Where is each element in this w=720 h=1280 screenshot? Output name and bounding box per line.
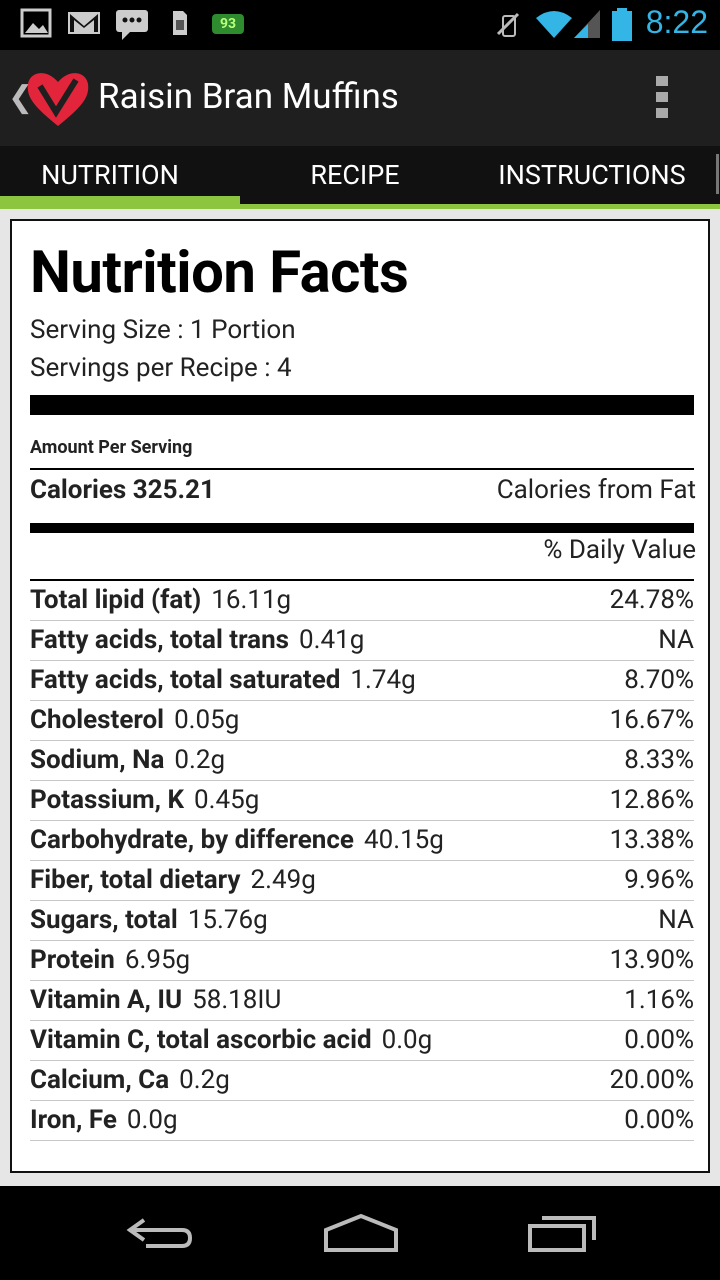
nutrient-row: Sugars, total 15.76g NA: [30, 901, 694, 941]
nutrient-daily-value: 12.86%: [609, 785, 694, 815]
battery-badge-icon: 93: [212, 14, 244, 34]
nutrient-name: Vitamin C, total ascorbic acid: [30, 1025, 372, 1055]
navigation-bar: [0, 1186, 720, 1280]
nutrient-daily-value: 1.16%: [624, 985, 694, 1015]
status-bar: 93 8:22: [0, 0, 720, 50]
nutrient-name: Fatty acids, total saturated: [30, 665, 341, 695]
nutrient-amount: 0.2g: [174, 745, 226, 775]
nutrient-name: Potassium, K: [30, 785, 185, 815]
nutrition-facts-card: Nutrition Facts Serving Size : 1 Portion…: [10, 219, 710, 1173]
tab-recipe[interactable]: RECIPE: [250, 146, 460, 206]
heart-logo-icon[interactable]: [26, 68, 90, 130]
medium-divider: [30, 523, 694, 533]
nutrient-daily-value: 20.00%: [609, 1065, 694, 1095]
back-icon[interactable]: [124, 1210, 196, 1256]
action-bar: ❮ Raisin Bran Muffins: [0, 50, 720, 146]
content-area[interactable]: Nutrition Facts Serving Size : 1 Portion…: [0, 209, 720, 1186]
nutrient-daily-value: 9.96%: [624, 865, 694, 895]
nutrient-amount: 0.0g: [126, 1105, 178, 1135]
nutrient-daily-value: 16.67%: [609, 705, 694, 735]
serving-size: Serving Size : 1 Portion: [30, 315, 296, 345]
nutrient-amount: 0.2g: [179, 1065, 230, 1095]
mute-icon: [496, 12, 520, 37]
nutrient-amount: 0.05g: [174, 705, 240, 735]
divider: [30, 468, 694, 470]
nutrient-row: Cholesterol 0.05g 16.67%: [30, 701, 694, 741]
nutrient-name: Carbohydrate, by difference: [30, 825, 354, 855]
chat-icon: [116, 10, 148, 40]
nutrient-row: Carbohydrate, by difference 40.15g 13.38%: [30, 821, 694, 861]
nutrient-amount: 58.18IU: [192, 985, 282, 1015]
nutrient-daily-value: 24.78%: [609, 585, 694, 615]
home-icon[interactable]: [322, 1210, 400, 1256]
nutrient-amount: 0.0g: [381, 1025, 433, 1055]
nutrient-row: Calcium, Ca 0.2g 20.00%: [30, 1061, 694, 1101]
page-title: Raisin Bran Muffins: [98, 76, 399, 117]
nutrient-name: Total lipid (fat): [30, 585, 202, 615]
nutrient-daily-value: 8.70%: [624, 665, 694, 695]
signal-icon: [574, 10, 600, 38]
tab-instructions[interactable]: INSTRUCTIONS: [480, 146, 704, 206]
nutrient-daily-value: NA: [658, 905, 694, 935]
nutrient-daily-value: 0.00%: [624, 1105, 694, 1135]
nutrient-amount: 16.11g: [211, 585, 292, 615]
nutrient-row: Potassium, K 0.45g 12.86%: [30, 781, 694, 821]
gmail-icon: [68, 12, 100, 34]
nutrient-amount: 2.49g: [250, 865, 316, 895]
recent-apps-icon[interactable]: [526, 1210, 600, 1256]
nutrient-name: Iron, Fe: [30, 1105, 117, 1135]
nutrient-row: Fatty acids, total trans 0.41g NA: [30, 621, 694, 661]
calories-from-fat: Calories from Fat: [496, 475, 696, 505]
nutrient-row: Vitamin A, IU 58.18IU 1.16%: [30, 981, 694, 1021]
thick-divider: [30, 395, 694, 415]
nutrient-name: Fiber, total dietary: [30, 865, 241, 895]
nutrient-daily-value: 13.38%: [609, 825, 694, 855]
nutrient-name: Cholesterol: [30, 705, 165, 735]
nutrient-name: Protein: [30, 945, 115, 975]
nutrient-daily-value: 13.90%: [609, 945, 694, 975]
nutrient-name: Calcium, Ca: [30, 1065, 170, 1095]
nutrient-row: Sodium, Na 0.2g 8.33%: [30, 741, 694, 781]
nutrient-daily-value: 8.33%: [624, 745, 694, 775]
overflow-menu-icon[interactable]: [656, 76, 670, 122]
nutrient-list: Total lipid (fat) 16.11g 24.78% Fatty acid…: [30, 581, 694, 1141]
nutrient-name: Vitamin A, IU: [30, 985, 183, 1015]
nutrient-name: Sodium, Na: [30, 745, 165, 775]
sim-icon: [173, 11, 187, 35]
nutrient-amount: 15.76g: [187, 905, 268, 935]
nutrient-amount: 1.74g: [350, 665, 416, 695]
nutrient-amount: 6.95g: [124, 945, 191, 975]
nutrient-row: Fiber, total dietary 2.49g 9.96%: [30, 861, 694, 901]
clock: 8:22: [645, 4, 708, 40]
nutrient-row: Total lipid (fat) 16.11g 24.78%: [30, 581, 694, 621]
nutrient-name: Fatty acids, total trans: [30, 625, 290, 655]
servings-per-recipe: Servings per Recipe : 4: [30, 353, 292, 383]
nutrient-row: Protein 6.95g 13.90%: [30, 941, 694, 981]
picture-icon: [20, 8, 52, 38]
nutrition-title: Nutrition Facts: [30, 239, 409, 307]
calories: Calories 325.21: [30, 475, 215, 505]
nutrient-amount: 40.15g: [363, 825, 444, 855]
nutrient-name: Sugars, total: [30, 905, 178, 935]
nutrient-row: Vitamin C, total ascorbic acid 0.0g 0.00%: [30, 1021, 694, 1061]
nutrient-row: Fatty acids, total saturated 1.74g 8.70%: [30, 661, 694, 701]
wifi-icon: [536, 11, 572, 38]
nutrient-daily-value: 0.00%: [624, 1025, 694, 1055]
daily-value-header: % Daily Value: [543, 535, 696, 565]
amount-per-serving: Amount Per Serving: [30, 437, 193, 458]
nutrient-row: Iron, Fe 0.0g 0.00%: [30, 1101, 694, 1141]
nutrient-amount: 0.45g: [194, 785, 260, 815]
battery-icon: [612, 8, 632, 41]
nutrient-amount: 0.41g: [299, 625, 365, 655]
nutrient-daily-value: NA: [658, 625, 694, 655]
tab-divider: [716, 154, 719, 194]
